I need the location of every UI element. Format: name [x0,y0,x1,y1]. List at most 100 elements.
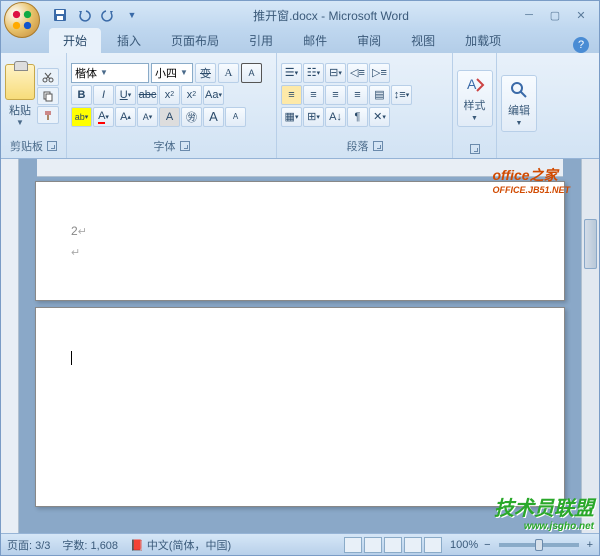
shrink-font-small-button[interactable]: A [225,107,246,127]
text-cursor [71,351,72,365]
borders-button[interactable]: ⊞▾ [303,107,324,127]
align-right-button[interactable]: ≡ [325,85,346,105]
view-outline-button[interactable] [404,537,422,553]
titlebar: ▼ 推开窗.docx - Microsoft Word ─ ▢ ✕ [1,1,599,29]
view-draft-button[interactable] [424,537,442,553]
close-button[interactable]: ✕ [571,7,591,23]
paste-label[interactable]: 粘贴 [9,102,31,118]
strikethrough-button[interactable]: abc [137,85,158,105]
shrink-font-button[interactable]: A▾ [137,107,158,127]
decrease-indent-button[interactable]: ◁≡ [347,63,368,83]
subscript-button[interactable]: x2 [159,85,180,105]
undo-icon[interactable] [73,4,95,26]
office-button[interactable] [4,2,40,38]
tab-home[interactable]: 开始 [49,28,101,53]
char-shading-button[interactable]: A [159,107,180,127]
zoom-out-button[interactable]: − [484,539,490,551]
redo-icon[interactable] [97,4,119,26]
vertical-ruler[interactable] [1,159,19,533]
underline-button[interactable]: U▾ [115,85,136,105]
increase-indent-button[interactable]: ▷≡ [369,63,390,83]
clear-formatting-button[interactable]: 变 [195,63,216,83]
window-controls: ─ ▢ ✕ [519,7,591,23]
paste-icon[interactable] [5,64,35,100]
group-paragraph-label: 段落 [347,138,369,154]
view-full-screen-button[interactable] [364,537,382,553]
editing-button[interactable]: 编辑 ▼ [501,75,537,132]
char-border-button[interactable]: A [241,63,262,83]
status-language[interactable]: 📕 中文(简体，中国) [130,537,231,553]
show-marks-button[interactable]: ¶ [347,107,368,127]
tab-layout[interactable]: 页面布局 [157,28,233,53]
group-editing: 编辑 ▼ [497,53,541,158]
numbering-button[interactable]: ☷▾ [303,63,324,83]
ribbon-tabs: 开始 插入 页面布局 引用 邮件 审阅 视图 加载项 ? [1,29,599,53]
font-size-combo[interactable]: 小四▼ [151,63,193,83]
qat-customize-icon[interactable]: ▼ [121,4,143,26]
group-font-label: 字体 [154,138,176,154]
align-center-button[interactable]: ≡ [303,85,324,105]
asian-layout-button[interactable]: ✕▾ [369,107,390,127]
superscript-button[interactable]: x2 [181,85,202,105]
italic-button[interactable]: I [93,85,114,105]
watermark-jsgho: 技术员联盟 www.jsgho.net [494,492,594,532]
styles-button[interactable]: A 样式 ▼ [457,70,493,127]
bullets-button[interactable]: ☰▾ [281,63,302,83]
line-spacing-button[interactable]: ↕≡▾ [391,85,412,105]
distribute-button[interactable]: ▤ [369,85,390,105]
scroll-thumb[interactable] [584,219,597,269]
bold-button[interactable]: B [71,85,92,105]
phonetic-guide-button[interactable]: A [218,63,239,83]
copy-button[interactable] [37,87,59,105]
change-case-button[interactable]: Aa▾ [203,85,224,105]
document-viewport[interactable]: 2↵ ↵ [19,159,581,533]
paragraph-mark-icon: ↵ [78,226,87,238]
zoom-thumb[interactable] [535,539,543,551]
zoom-in-button[interactable]: + [587,539,593,551]
save-icon[interactable] [49,4,71,26]
multilevel-button[interactable]: ⊟▾ [325,63,346,83]
window-title: 推开窗.docx - Microsoft Word [143,7,519,24]
watermark-office: office之家 OFFICE.JB51.NET [492,165,570,195]
sort-button[interactable]: A↓ [325,107,346,127]
tab-addins[interactable]: 加载项 [451,28,515,53]
view-web-button[interactable] [384,537,402,553]
paragraph-launcher[interactable] [373,141,383,151]
tab-references[interactable]: 引用 [235,28,287,53]
horizontal-ruler[interactable] [37,159,563,177]
justify-button[interactable]: ≡ [347,85,368,105]
clipboard-launcher[interactable] [47,141,57,151]
font-color-button[interactable]: A▾ [93,107,114,127]
minimize-button[interactable]: ─ [519,7,539,23]
cut-button[interactable] [37,68,59,86]
svg-text:A: A [467,76,477,92]
format-painter-button[interactable] [37,106,59,124]
status-page[interactable]: 页面: 3/3 [7,537,50,553]
maximize-button[interactable]: ▢ [545,7,565,23]
group-clipboard: 粘贴 ▼ 剪贴板 [1,53,67,158]
tab-insert[interactable]: 插入 [103,28,155,53]
align-left-button[interactable]: ≡ [281,85,302,105]
grow-font-button[interactable]: A▴ [115,107,136,127]
tab-mail[interactable]: 邮件 [289,28,341,53]
shading-button[interactable]: ▦▾ [281,107,302,127]
enclose-char-button[interactable]: ㊘ [181,107,202,127]
status-words[interactable]: 字数: 1,608 [62,537,118,553]
document-area: 2↵ ↵ [1,159,599,533]
grow-font-large-button[interactable]: A [203,107,224,127]
help-icon[interactable]: ? [573,37,589,53]
page-2[interactable] [35,307,565,507]
styles-launcher[interactable] [470,144,480,154]
tab-review[interactable]: 审阅 [343,28,395,53]
view-print-layout-button[interactable] [344,537,362,553]
group-paragraph: ☰▾ ☷▾ ⊟▾ ◁≡ ▷≡ ≡ ≡ ≡ ≡ ▤ ↕≡▾ ▦▾ ⊞▾ [277,53,453,158]
zoom-level[interactable]: 100% [450,539,478,551]
tab-view[interactable]: 视图 [397,28,449,53]
highlight-button[interactable]: ab▾ [71,107,92,127]
vertical-scrollbar[interactable] [581,159,599,533]
group-clipboard-label: 剪贴板 [10,138,43,154]
zoom-slider[interactable] [499,543,579,547]
font-name-combo[interactable]: 楷体▼ [71,63,149,83]
font-launcher[interactable] [180,141,190,151]
page-1[interactable]: 2↵ ↵ [35,181,565,301]
